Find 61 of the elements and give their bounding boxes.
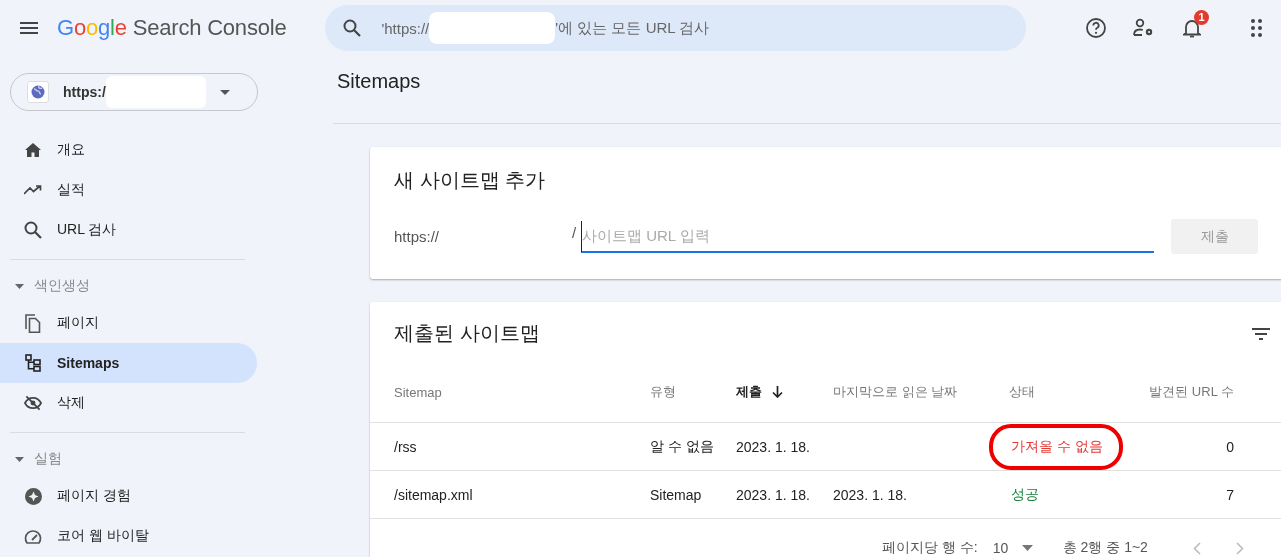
column-header[interactable]: 발견된 URL 수 (1134, 383, 1234, 401)
caret-icon (1022, 545, 1034, 551)
app-logo[interactable]: Google Search Console (57, 15, 326, 41)
filter-icon[interactable] (1252, 327, 1270, 340)
home-icon (25, 143, 41, 157)
property-url: https:/ (63, 84, 106, 100)
gauge-icon (24, 528, 42, 544)
table-cell-text: /rss (393, 438, 418, 455)
table-cell-text: /sitemap.xml (393, 486, 474, 503)
table-cell-text: 2023. 1. 18. (736, 438, 811, 455)
sort-down-arrow-icon (772, 386, 783, 398)
nav-item[interactable]: 삭제 (0, 383, 257, 423)
notification-badge: 1 (1194, 10, 1209, 25)
search-placeholder: 'https:// (381, 19, 430, 37)
nav-item[interactable]: Sitemaps (0, 343, 257, 383)
nav-item[interactable]: 페이지 (0, 303, 257, 343)
caret-icon (219, 89, 230, 95)
table-cell-text: 2023. 1. 18. (736, 486, 811, 503)
url-separator: / (572, 224, 577, 241)
nav-item[interactable]: 페이지 경험 (0, 476, 257, 516)
rows-per-page-label: 페이지당 행 수: (882, 539, 978, 557)
table-cell-text: Sitemap (650, 486, 703, 503)
eye-crossed-icon (24, 395, 42, 411)
table-cell: 2023. 1. 18. (833, 486, 907, 503)
nav-item[interactable]: 실적 (0, 170, 257, 210)
trend-line-icon (24, 185, 42, 195)
column-header[interactable]: 마지막으로 읽은 날짜 (833, 383, 1009, 401)
sitemap-url-field[interactable]: 사이트맵 URL 입력 (581, 220, 1154, 253)
menu-icon[interactable] (20, 22, 38, 34)
nav-item[interactable]: 코어 웹 바이탈 (0, 516, 257, 556)
user-settings-icon[interactable] (1133, 18, 1155, 38)
caret-icon (15, 283, 24, 289)
table-cell-text: 0 (1225, 438, 1234, 455)
pages-icon (25, 313, 41, 333)
nav-item[interactable]: 개요 (0, 130, 257, 170)
column-header[interactable]: 제출 (736, 383, 833, 401)
url-prefix: https:// (394, 228, 440, 245)
status-text: 가져올 수 없음 (1011, 437, 1103, 456)
apps-grid-icon[interactable] (1251, 19, 1263, 37)
search-icon (343, 19, 362, 37)
status-text: 성공 (1011, 485, 1039, 504)
card-title: 새 사이트맵 추가 (394, 168, 546, 193)
search-icon (24, 221, 42, 239)
search-field[interactable]: 'https:// '에 있는 모든 URL 검사 (325, 5, 1026, 51)
column-header[interactable]: 상태 (1009, 383, 1134, 401)
help-icon[interactable] (1086, 18, 1106, 38)
sparkle-circle-icon (24, 487, 42, 505)
rows-per-page-select[interactable]: 10 (992, 540, 1053, 556)
card-title: 제출된 사이트맵 (394, 321, 540, 346)
table-cell-text: 7 (1225, 486, 1234, 503)
table-cell-text: 알 수 없음 (650, 437, 715, 456)
column-header[interactable]: Sitemap (370, 384, 650, 400)
globe-icon (31, 85, 45, 99)
pagination-range: 총 2행 중 1~2 (1062, 539, 1148, 557)
bell-icon[interactable] (1183, 18, 1201, 38)
page-title: Sitemaps (337, 70, 421, 93)
nav-item[interactable]: URL 검사 (0, 210, 257, 250)
caret-icon (15, 456, 24, 462)
column-header[interactable]: 유형 (650, 383, 736, 401)
sitemap-tree-icon (25, 354, 41, 372)
search-placeholder: '에 있는 모든 URL 검사 (555, 18, 710, 38)
